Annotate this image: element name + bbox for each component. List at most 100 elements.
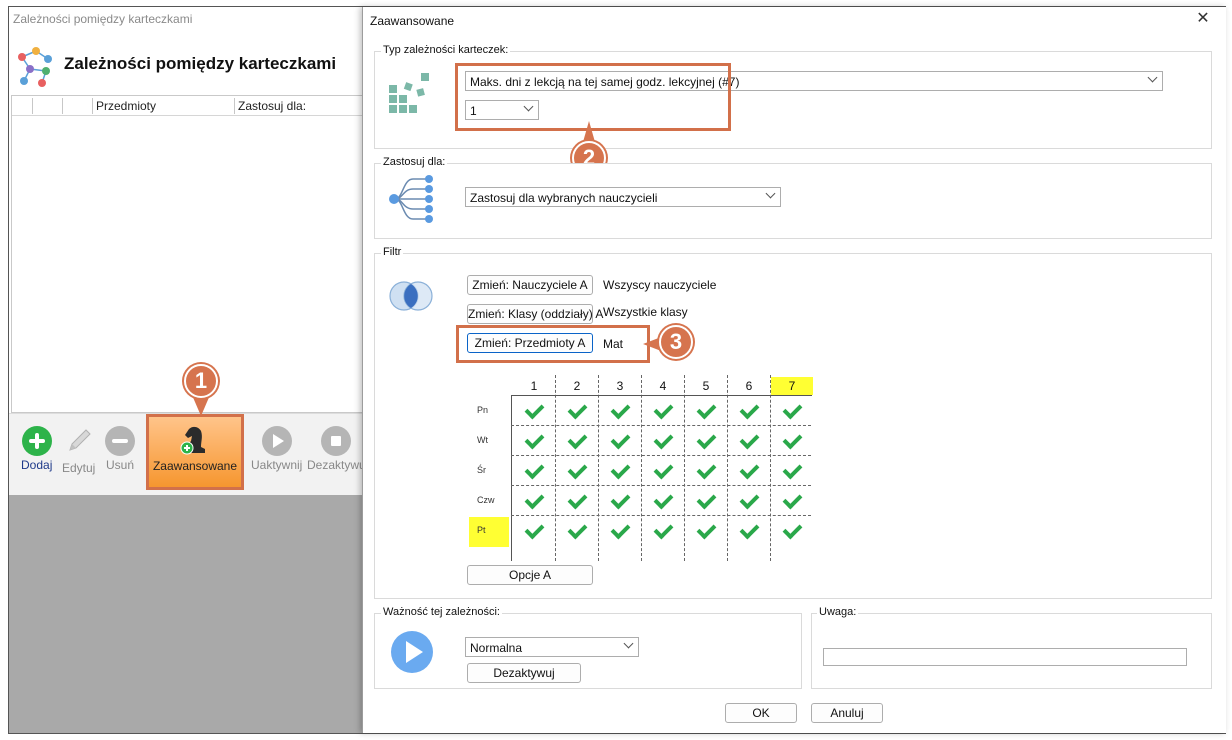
checkmark-icon[interactable] bbox=[738, 401, 760, 421]
importance-select[interactable]: Normalna bbox=[465, 637, 639, 657]
checkmark-icon[interactable] bbox=[738, 461, 760, 481]
edit-button[interactable]: Edytuj bbox=[62, 426, 95, 475]
checkmark-icon[interactable] bbox=[609, 431, 631, 451]
advanced-button-label: Zaawansowane bbox=[152, 459, 238, 473]
checkmark-icon[interactable] bbox=[738, 431, 760, 451]
period-column-header[interactable]: 1 bbox=[513, 377, 555, 395]
checkmark-icon[interactable] bbox=[695, 491, 717, 511]
checkmark-icon[interactable] bbox=[695, 461, 717, 481]
change-classes-button[interactable]: Zmień: Klasy (oddziały) A bbox=[467, 304, 603, 324]
checkmark-icon[interactable] bbox=[566, 431, 588, 451]
checkmark-icon[interactable] bbox=[738, 491, 760, 511]
chevron-down-icon bbox=[623, 638, 634, 649]
checkmark-icon[interactable] bbox=[523, 461, 545, 481]
checkmark-icon[interactable] bbox=[781, 491, 803, 511]
grid-separator bbox=[641, 375, 642, 561]
grid-separator bbox=[511, 455, 811, 456]
venn-diagram-icon bbox=[389, 281, 433, 311]
callout-box-3 bbox=[456, 325, 650, 363]
checkmark-icon[interactable] bbox=[781, 401, 803, 421]
ok-button[interactable]: OK bbox=[725, 703, 797, 723]
period-column-header[interactable]: 3 bbox=[599, 377, 641, 395]
grid-axis-line bbox=[511, 395, 512, 561]
checkmark-icon[interactable] bbox=[609, 461, 631, 481]
column-separator[interactable] bbox=[62, 98, 63, 114]
chevron-down-icon bbox=[765, 188, 776, 199]
options-button[interactable]: Opcje A bbox=[467, 565, 593, 585]
page-title: Zależności pomiędzy karteczkami bbox=[64, 54, 337, 73]
grid-separator bbox=[684, 375, 685, 561]
deactivate-dependency-button[interactable]: Dezaktywuj bbox=[467, 663, 581, 683]
cancel-button[interactable]: Anuluj bbox=[811, 703, 883, 723]
day-row-header[interactable]: Wt bbox=[469, 435, 509, 445]
advanced-dialog: Zaawansowane ✕ Typ zależności karteczek:… bbox=[362, 7, 1226, 733]
list-header: Przedmioty Zastosuj dla: bbox=[12, 96, 370, 116]
close-icon[interactable]: ✕ bbox=[1194, 10, 1212, 28]
period-column-header[interactable]: 2 bbox=[556, 377, 598, 395]
checkmark-icon[interactable] bbox=[523, 431, 545, 451]
checkmark-icon[interactable] bbox=[609, 491, 631, 511]
chess-knight-icon bbox=[180, 426, 205, 455]
day-row-header[interactable]: Pn bbox=[469, 405, 509, 415]
checkmark-icon[interactable] bbox=[566, 491, 588, 511]
callout-badge-3: 3 bbox=[659, 325, 693, 359]
add-button[interactable]: Dodaj bbox=[21, 426, 52, 472]
checkmark-icon[interactable] bbox=[523, 521, 545, 541]
checkmark-icon[interactable] bbox=[781, 461, 803, 481]
activate-button[interactable]: Uaktywnij bbox=[251, 426, 302, 472]
checkmark-icon[interactable] bbox=[695, 401, 717, 421]
column-header-subjects[interactable]: Przedmioty bbox=[96, 99, 156, 113]
dialog-title: Zaawansowane bbox=[370, 14, 455, 28]
checkmark-icon[interactable] bbox=[781, 431, 803, 451]
checkmark-icon[interactable] bbox=[652, 521, 674, 541]
change-teachers-button[interactable]: Zmień: Nauczyciele A bbox=[467, 275, 593, 295]
advanced-button[interactable]: Zaawansowane bbox=[146, 414, 244, 490]
checkmark-icon[interactable] bbox=[523, 491, 545, 511]
dependencies-network-icon bbox=[18, 47, 52, 87]
checkmark-icon[interactable] bbox=[566, 401, 588, 421]
column-header-apply-to[interactable]: Zastosuj dla: bbox=[238, 99, 306, 113]
minus-icon bbox=[105, 426, 135, 456]
day-row-header[interactable]: Czw bbox=[469, 495, 509, 505]
period-column-header[interactable]: 4 bbox=[642, 377, 684, 395]
grid-separator bbox=[511, 425, 811, 426]
column-separator[interactable] bbox=[32, 98, 33, 114]
group-title-type: Typ zależności karteczek: bbox=[381, 44, 511, 56]
grid-separator bbox=[511, 485, 811, 486]
tree-branches-icon bbox=[389, 175, 433, 223]
checkmark-icon[interactable] bbox=[652, 461, 674, 481]
checkmark-icon[interactable] bbox=[652, 491, 674, 511]
cards-blocks-icon bbox=[389, 73, 429, 113]
day-row-header[interactable]: Śr bbox=[469, 465, 509, 475]
period-column-header[interactable]: 6 bbox=[728, 377, 770, 395]
checkmark-icon[interactable] bbox=[566, 521, 588, 541]
grid-separator bbox=[511, 515, 811, 516]
period-column-header[interactable]: 5 bbox=[685, 377, 727, 395]
classes-filter-value: Wszystkie klasy bbox=[603, 305, 688, 319]
checkmark-icon[interactable] bbox=[781, 521, 803, 541]
group-title-importance: Ważność tej zależności: bbox=[381, 606, 502, 618]
pencil-icon bbox=[68, 429, 91, 451]
checkmark-icon[interactable] bbox=[695, 521, 717, 541]
checkmark-icon[interactable] bbox=[652, 431, 674, 451]
deactivate-button[interactable]: Dezaktywu bbox=[307, 426, 366, 472]
column-separator[interactable] bbox=[234, 98, 235, 114]
column-separator[interactable] bbox=[92, 98, 93, 114]
callout-badge-1: 1 bbox=[184, 364, 218, 398]
checkmark-icon[interactable] bbox=[609, 521, 631, 541]
checkmark-icon[interactable] bbox=[566, 461, 588, 481]
checkmark-icon[interactable] bbox=[652, 401, 674, 421]
checkmark-icon[interactable] bbox=[695, 431, 717, 451]
apply-to-select[interactable]: Zastosuj dla wybranych nauczycieli bbox=[465, 187, 781, 207]
checkmark-icon[interactable] bbox=[738, 521, 760, 541]
checkmark-icon[interactable] bbox=[609, 401, 631, 421]
plus-icon bbox=[21, 426, 52, 456]
group-title-note: Uwaga: bbox=[817, 606, 859, 618]
period-column-header[interactable]: 7 bbox=[771, 377, 813, 395]
note-input[interactable] bbox=[823, 648, 1187, 666]
checkmark-icon[interactable] bbox=[523, 401, 545, 421]
chevron-down-icon bbox=[1147, 72, 1158, 83]
remove-button[interactable]: Usuń bbox=[105, 426, 135, 472]
stop-icon bbox=[321, 426, 352, 456]
day-row-header[interactable]: Pt bbox=[469, 517, 509, 547]
